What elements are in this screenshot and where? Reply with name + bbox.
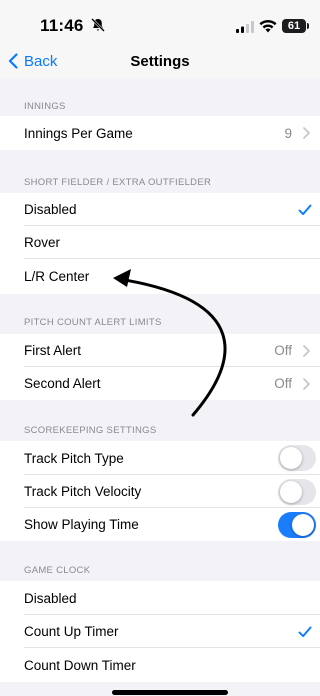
game-clock-option-count-up[interactable]: Count Up Timer <box>0 615 320 648</box>
option-label: Rover <box>24 235 61 250</box>
track-pitch-velocity-toggle[interactable] <box>278 478 316 505</box>
back-button[interactable]: Back <box>8 50 57 72</box>
short-fielder-option-rover[interactable]: Rover <box>0 226 320 259</box>
track-pitch-type-row: Track Pitch Type <box>0 441 320 475</box>
status-bar: 11:46 61 <box>0 0 320 44</box>
game-clock-option-disabled[interactable]: Disabled <box>0 581 320 615</box>
option-label: Disabled <box>24 590 77 606</box>
section-header-innings: INNINGS <box>24 101 66 112</box>
innings-per-game-row[interactable]: Innings Per Game 9 <box>0 116 320 150</box>
second-alert-value: Off <box>274 376 292 391</box>
toggle-knob <box>280 447 302 469</box>
short-fielder-option-lr-center[interactable]: L/R Center <box>0 259 320 294</box>
show-playing-time-toggle[interactable] <box>278 511 316 538</box>
track-pitch-type-label: Track Pitch Type <box>24 450 124 466</box>
section-header-short-fielder: SHORT FIELDER / EXTRA OUTFIELDER <box>24 177 212 188</box>
back-label: Back <box>24 52 58 70</box>
battery-icon: 61 <box>282 19 306 33</box>
track-pitch-velocity-label: Track Pitch Velocity <box>24 484 142 499</box>
option-label: Disabled <box>24 202 77 217</box>
first-alert-row[interactable]: First Alert Off <box>0 334 320 367</box>
status-time: 11:46 <box>40 16 84 35</box>
section-header-game-clock: GAME CLOCK <box>24 565 91 576</box>
section-header-pitch-count: PITCH COUNT ALERT LIMITS <box>24 317 162 328</box>
track-pitch-velocity-row: Track Pitch Velocity <box>0 475 320 508</box>
toggle-knob <box>292 513 314 536</box>
track-pitch-type-toggle[interactable] <box>278 445 316 471</box>
show-playing-time-label: Show Playing Time <box>24 517 139 532</box>
show-playing-time-row: Show Playing Time <box>0 508 320 541</box>
game-clock-option-count-down[interactable]: Count Down Timer <box>0 648 320 682</box>
battery-level: 61 <box>287 20 301 32</box>
first-alert-label: First Alert <box>24 343 82 358</box>
option-label: Count Up Timer <box>24 624 119 639</box>
section-header-scorekeeping: SCOREKEEPING SETTINGS <box>24 425 157 436</box>
checkmark-icon <box>298 204 312 215</box>
toggle-knob <box>280 480 302 503</box>
home-indicator <box>112 690 228 695</box>
second-alert-row[interactable]: Second Alert Off <box>0 367 320 400</box>
innings-per-game-label: Innings Per Game <box>24 125 133 141</box>
option-label: Count Down Timer <box>24 657 136 673</box>
chevron-right-icon <box>303 377 310 390</box>
signal-icon <box>236 21 254 33</box>
chevron-left-icon <box>8 53 18 69</box>
second-alert-label: Second Alert <box>24 376 101 391</box>
chevron-right-icon <box>303 127 310 139</box>
innings-per-game-value: 9 <box>284 125 292 141</box>
bell-slash-icon <box>91 18 105 32</box>
first-alert-value: Off <box>274 343 292 358</box>
navigation-bar: Back Settings <box>0 44 320 78</box>
short-fielder-option-disabled[interactable]: Disabled <box>0 193 320 226</box>
option-label: L/R Center <box>24 269 90 284</box>
battery-tip <box>307 23 309 29</box>
wifi-icon <box>259 20 277 33</box>
checkmark-icon <box>298 626 312 637</box>
chevron-right-icon <box>303 344 310 357</box>
